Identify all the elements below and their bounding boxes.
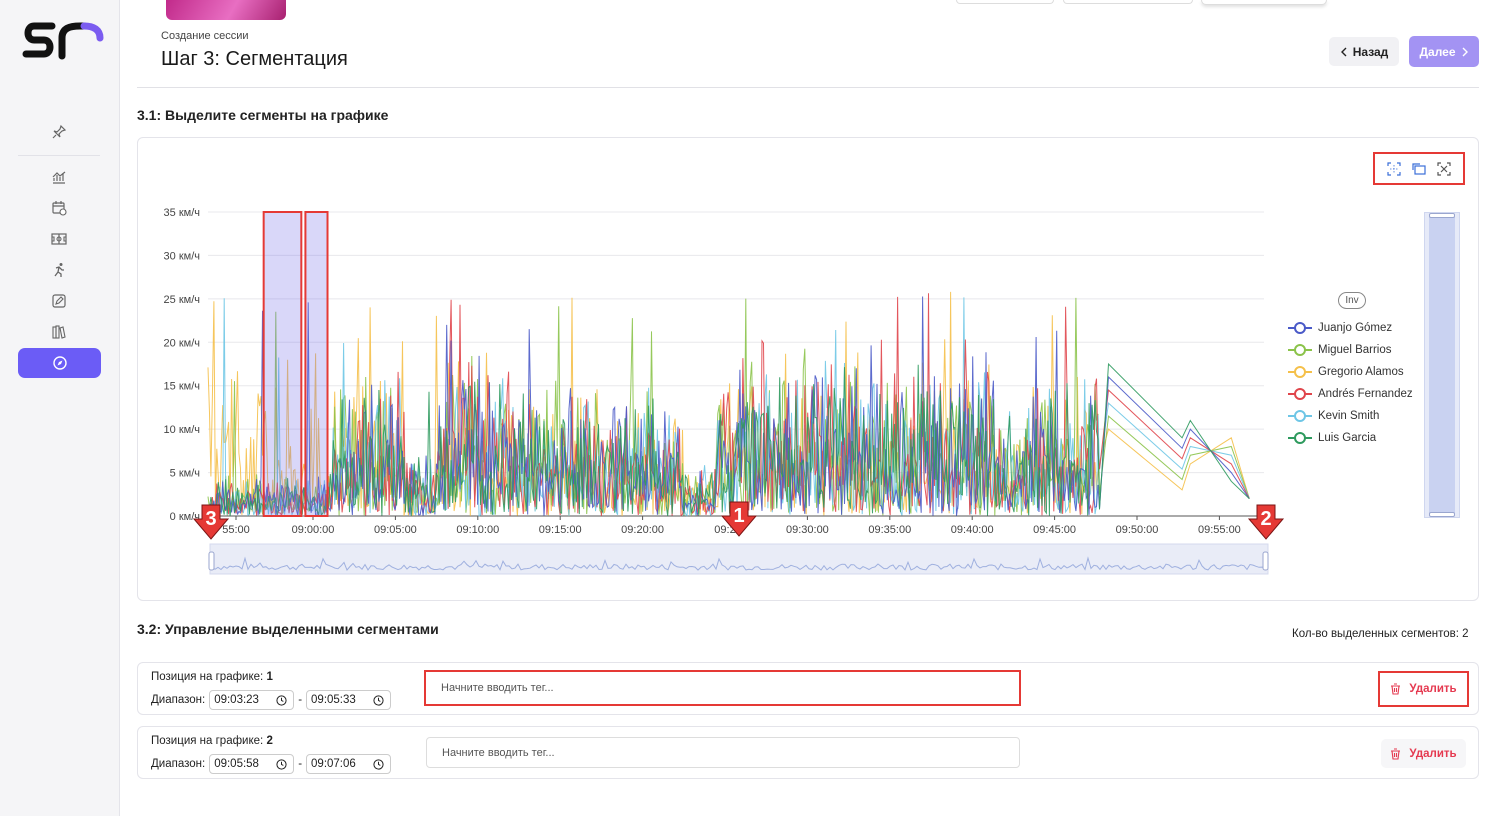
- x-tick-label: 09:45:00: [1033, 524, 1076, 536]
- segment-position: Позиция на графике: 1: [151, 671, 273, 683]
- x-tick-label: 09:10:00: [456, 524, 499, 536]
- legend-label: Luis Garcia: [1318, 432, 1377, 444]
- delete-segment-button[interactable]: Удалить: [1378, 671, 1469, 707]
- x-tick-label: 55:00: [222, 524, 250, 536]
- tag-input[interactable]: Начните вводить тег...: [424, 670, 1021, 706]
- legend-item[interactable]: Juanjo Gómez: [1288, 319, 1392, 337]
- y-tick-label: 15 км/ч: [164, 381, 200, 393]
- x-tick-label: 09:05:00: [374, 524, 417, 536]
- segment-position-label: Позиция на графике:: [151, 671, 264, 683]
- segment-range: Диапазон: 09:03:23 - 09:05:33: [151, 690, 392, 710]
- y-tick-label: 25 км/ч: [164, 294, 200, 306]
- y-tick-label: 35 км/ч: [164, 207, 200, 219]
- range-end-value: 09:07:06: [311, 758, 356, 770]
- range-start-value: 09:05:58: [214, 758, 259, 770]
- legend-invert-button[interactable]: Inv: [1338, 292, 1366, 309]
- x-tick-label: 09:15:00: [539, 524, 582, 536]
- segments-count: Кол-во выделенных сегментов: 2: [1292, 628, 1469, 640]
- trash-icon: [1391, 747, 1401, 760]
- trash-icon: [1391, 683, 1401, 695]
- tag-input[interactable]: Начните вводить тег...: [426, 737, 1020, 768]
- segment-range-label: Диапазон:: [151, 758, 206, 770]
- zoom-handle-left[interactable]: [208, 551, 215, 571]
- x-tick-label: 09:20:00: [621, 524, 664, 536]
- range-end-time[interactable]: 09:05:33: [306, 690, 392, 710]
- segment-position-label: Позиция на графике:: [151, 735, 264, 747]
- segment-row: Позиция на графике: 2 Диапазон: 09:05:58…: [137, 726, 1479, 779]
- annotation-marker: 2: [1247, 504, 1285, 540]
- y-tick-label: 20 км/ч: [164, 337, 200, 349]
- x-tick-label: 09:35:00: [868, 524, 911, 536]
- x-tick-label: 09:50:00: [1116, 524, 1159, 536]
- x-tick-label: 09:55:00: [1198, 524, 1241, 536]
- annotation-marker-label: 1: [733, 505, 744, 527]
- segment-range-label: Диапазон:: [151, 694, 206, 706]
- legend-label: Gregorio Alamos: [1318, 366, 1404, 378]
- legend-label: Kevin Smith: [1318, 410, 1380, 422]
- range-separator: -: [298, 694, 303, 706]
- legend-item[interactable]: Andrés Fernandez: [1288, 385, 1413, 403]
- selected-segment[interactable]: [304, 211, 329, 517]
- clock-icon: [373, 694, 384, 706]
- annotation-marker-label: 2: [1260, 508, 1271, 530]
- legend-marker: [1288, 432, 1312, 444]
- x-tick-label: 09:30:00: [786, 524, 829, 536]
- chart-toolbox: [1373, 152, 1465, 185]
- legend-item[interactable]: Gregorio Alamos: [1288, 363, 1404, 381]
- delete-button-label: Удалить: [1409, 683, 1457, 695]
- legend-marker: [1288, 388, 1312, 400]
- annotation-marker-label: 3: [205, 508, 216, 530]
- y-tick-label: 10 км/ч: [164, 424, 200, 436]
- manage-section-title: 3.2: Управление выделенными сегментами: [137, 621, 439, 637]
- segment-position-value: 1: [266, 671, 273, 683]
- legend-marker: [1288, 366, 1312, 378]
- zoom-back-icon[interactable]: [1410, 160, 1428, 178]
- x-tick-label: 09:40:00: [951, 524, 994, 536]
- zoom-select-icon[interactable]: [1385, 160, 1403, 178]
- legend-label: Juanjo Gómez: [1318, 322, 1393, 334]
- segment-range: Диапазон: 09:05:58 - 09:07:06: [151, 754, 392, 774]
- range-separator: -: [298, 758, 303, 770]
- legend-label: Miguel Barrios: [1318, 344, 1392, 356]
- range-start-value: 09:03:23: [214, 694, 259, 706]
- clear-selection-icon[interactable]: [1435, 160, 1453, 178]
- range-end-time[interactable]: 09:07:06: [306, 754, 392, 774]
- clock-icon: [276, 694, 287, 706]
- legend-item[interactable]: Miguel Barrios: [1288, 341, 1392, 359]
- segment-row: Позиция на графике: 1 Диапазон: 09:03:23…: [137, 662, 1479, 715]
- delete-segment-button[interactable]: Удалить: [1381, 739, 1466, 768]
- legend-marker: [1288, 410, 1312, 422]
- legend-label: Andrés Fernandez: [1318, 388, 1413, 400]
- vertical-zoom-range[interactable]: [1429, 217, 1455, 513]
- legend-item[interactable]: Luis Garcia: [1288, 429, 1376, 447]
- segment-position: Позиция на графике: 2: [151, 735, 273, 747]
- clock-icon: [276, 758, 287, 770]
- segment-position-value: 2: [266, 735, 273, 747]
- selected-segment[interactable]: [262, 211, 303, 517]
- y-tick-label: 5 км/ч: [170, 468, 200, 480]
- vertical-zoom-handle-top[interactable]: [1429, 213, 1455, 218]
- vertical-zoom-handle-bottom[interactable]: [1429, 512, 1455, 517]
- range-start-time[interactable]: 09:05:58: [209, 754, 295, 774]
- zoom-handle-right[interactable]: [1262, 551, 1269, 571]
- legend-item[interactable]: Kevin Smith: [1288, 407, 1379, 425]
- clock-icon: [373, 758, 384, 770]
- y-tick-label: 30 км/ч: [164, 250, 200, 262]
- range-end-value: 09:05:33: [311, 694, 356, 706]
- legend-marker: [1288, 344, 1312, 356]
- vertical-zoom-slider[interactable]: [1424, 212, 1460, 518]
- x-tick-label: 09:00:00: [292, 524, 335, 536]
- delete-button-label: Удалить: [1409, 747, 1457, 760]
- legend-marker: [1288, 322, 1312, 334]
- range-start-time[interactable]: 09:03:23: [209, 690, 295, 710]
